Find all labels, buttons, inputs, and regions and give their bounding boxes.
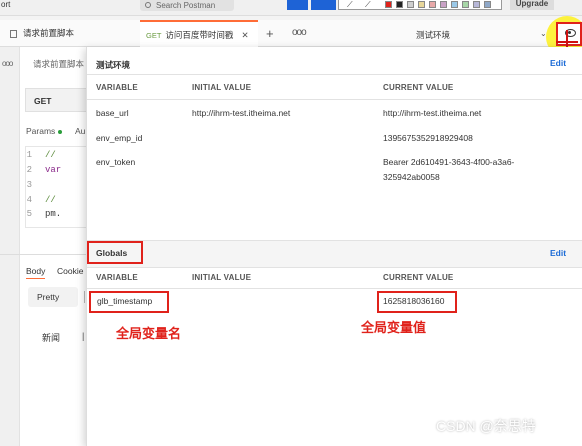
- edit-globals-link[interactable]: Edit: [550, 248, 566, 258]
- sidebar: ooo: [0, 47, 20, 446]
- color-swatch[interactable]: [440, 1, 447, 8]
- line-number: 4: [26, 195, 32, 205]
- current-value-line2: 325942ab0058: [383, 172, 440, 182]
- more-icon[interactable]: ooo: [2, 59, 13, 68]
- tab-label: 请求前置脚本: [23, 28, 75, 38]
- highlight-box: [377, 291, 457, 313]
- color-swatch[interactable]: [451, 1, 458, 8]
- initial-value: http://ihrm-test.itheima.net: [192, 108, 291, 118]
- top-bar: ort Search Postman ⟋ ⟋ Upgrade: [0, 0, 582, 16]
- tab-label: 访问百度带时间戳: [165, 30, 234, 40]
- column-header-initial-value: INITIAL VALUE: [192, 273, 252, 282]
- column-header-initial-value: INITIAL VALUE: [192, 83, 252, 92]
- color-swatch[interactable]: [396, 1, 403, 8]
- code-line: var: [45, 165, 62, 175]
- request-name[interactable]: 请求前置脚本: [33, 58, 84, 70]
- tab-body[interactable]: Body: [26, 266, 46, 279]
- response-text: 新闻: [42, 333, 61, 343]
- search-input[interactable]: Search Postman: [140, 0, 234, 11]
- edit-environment-link[interactable]: Edit: [550, 58, 566, 68]
- add-tab-icon[interactable]: +: [266, 26, 274, 41]
- pretty-button[interactable]: Pretty: [28, 287, 78, 307]
- search-icon: [145, 2, 151, 8]
- response-text-fragment: |: [82, 331, 85, 341]
- globals-header: [87, 240, 582, 267]
- annotation-variable-value: 全局变量值: [361, 321, 427, 336]
- divider: [87, 99, 582, 100]
- code-line: //: [45, 150, 56, 160]
- line-number: 3: [26, 180, 32, 190]
- tab-method: GET: [146, 31, 162, 40]
- column-header-variable: VARIABLE: [96, 273, 138, 282]
- column-header-variable: VARIABLE: [96, 83, 138, 92]
- color-swatch[interactable]: [484, 1, 491, 8]
- pen-icon[interactable]: ⟋: [347, 0, 353, 10]
- annotation-toolbar: ⟋ ⟋: [338, 0, 502, 10]
- divider: [87, 288, 582, 289]
- tab-pre-request-script[interactable]: 请求前置脚本: [0, 20, 140, 47]
- tab-authorization[interactable]: Au: [75, 126, 85, 136]
- tab-params[interactable]: Params: [26, 126, 63, 136]
- code-line: //: [45, 195, 56, 205]
- tab-bar: 请求前置脚本 GET 访问百度带时间戳 ✕ + ooo 测试环境 ⌄: [0, 20, 582, 47]
- close-icon[interactable]: ✕: [241, 30, 248, 40]
- environment-name: 测试环境: [96, 60, 131, 70]
- variable-name: env_emp_id: [96, 133, 143, 143]
- search-placeholder: Search Postman: [156, 1, 216, 10]
- color-swatch[interactable]: [407, 1, 414, 8]
- tab-cookies[interactable]: Cookie: [57, 266, 83, 276]
- current-value: http://ihrm-test.itheima.net: [383, 108, 482, 118]
- new-button[interactable]: [287, 0, 308, 10]
- variable-name: env_token: [96, 157, 136, 167]
- upgrade-button[interactable]: Upgrade: [510, 0, 554, 10]
- line-icon[interactable]: ⟋: [365, 0, 371, 10]
- line-number: 2: [26, 165, 32, 175]
- divider: [87, 267, 582, 268]
- divider: [84, 291, 85, 303]
- color-swatch[interactable]: [473, 1, 480, 8]
- color-swatch[interactable]: [462, 1, 469, 8]
- line-number: 5: [26, 209, 32, 219]
- annotation-variable-name: 全局变量名: [116, 327, 182, 342]
- cursor-crossbar: [556, 41, 578, 43]
- highlight-box: [87, 241, 143, 264]
- tab-baidu-timestamp[interactable]: GET 访问百度带时间戳 ✕: [140, 20, 258, 47]
- variable-name: base_url: [96, 108, 129, 118]
- more-icon[interactable]: ooo: [292, 27, 307, 38]
- divider: [87, 240, 582, 241]
- environment-quick-look-popover: 测试环境 Edit VARIABLE INITIAL VALUE CURRENT…: [86, 47, 582, 446]
- column-header-current-value: CURRENT VALUE: [383, 83, 454, 92]
- color-swatch[interactable]: [429, 1, 436, 8]
- environment-select[interactable]: 测试环境: [416, 29, 450, 41]
- import-button[interactable]: ort: [0, 0, 16, 12]
- current-value: 1395675352918929408: [383, 133, 473, 143]
- status-dot: [58, 129, 63, 134]
- line-number: 1: [26, 150, 32, 160]
- divider: [87, 74, 582, 75]
- method-select[interactable]: GET: [25, 88, 86, 112]
- divider: [0, 254, 86, 255]
- code-line: pm.: [45, 209, 62, 219]
- watermark: CSDN @奈思特: [436, 418, 536, 434]
- method-label: GET: [34, 96, 52, 106]
- current-value-line1: Bearer 2d610491-3643-4f00-a3a6-: [383, 157, 515, 167]
- highlight-box: [89, 291, 169, 313]
- column-header-current-value: CURRENT VALUE: [383, 273, 454, 282]
- invite-button[interactable]: [311, 0, 336, 10]
- color-swatch[interactable]: [418, 1, 425, 8]
- request-doc-icon: [10, 29, 17, 38]
- color-swatch[interactable]: [385, 1, 392, 8]
